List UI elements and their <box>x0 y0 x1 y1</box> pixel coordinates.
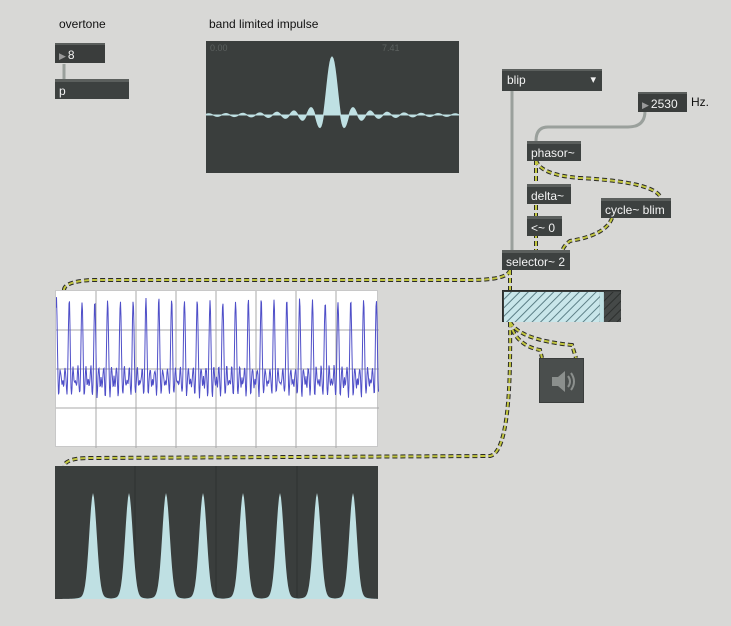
cycle-label: cycle~ blim <box>605 203 665 217</box>
delta-object[interactable]: delta~ <box>527 184 571 204</box>
hz-label: Hz. <box>691 95 709 109</box>
audio-output-button[interactable] <box>539 358 584 403</box>
chevron-down-icon: ▾ <box>590 74 596 86</box>
waveform-menu-value: blip <box>507 73 526 87</box>
p-subpatch-object[interactable]: p <box>55 79 129 99</box>
overtone-label: overtone <box>59 17 106 31</box>
lessthan-object[interactable]: <~ 0 <box>527 216 562 236</box>
impulse-curve <box>206 56 459 129</box>
spectrum-peaks <box>55 466 378 599</box>
oscilloscope-display[interactable] <box>55 290 379 448</box>
level-meter[interactable] <box>502 290 621 322</box>
cord-frequency-to-phasor <box>534 110 647 142</box>
phasor-object[interactable]: phasor~ <box>527 141 581 161</box>
selector-object[interactable]: selector~ 2 <box>502 250 570 270</box>
overtone-number-box[interactable]: ▶ 8 <box>55 43 105 63</box>
waveform-menu[interactable]: blip ▾ <box>502 69 602 91</box>
oscilloscope-waveform <box>56 291 379 448</box>
impulse-label: band limited impulse <box>209 17 319 31</box>
selector-label: selector~ 2 <box>506 255 566 269</box>
speaker-icon <box>552 371 575 392</box>
lessthan-label: <~ 0 <box>531 221 556 235</box>
p-object-label: p <box>59 84 66 98</box>
number-triangle-icon: ▶ <box>642 100 649 110</box>
level-meter-fill <box>504 292 621 322</box>
frequency-value: 2530 <box>650 97 678 111</box>
frequency-number-box[interactable]: ▶ 2530 <box>638 92 687 112</box>
number-triangle-icon: ▶ <box>59 51 66 61</box>
spectrum-display[interactable] <box>55 466 378 599</box>
phasor-label: phasor~ <box>531 146 575 160</box>
overtone-value: 8 <box>67 48 75 62</box>
cycle-object[interactable]: cycle~ blim <box>601 198 671 218</box>
delta-label: delta~ <box>531 189 565 203</box>
impulse-plot[interactable]: 0.00 7.41 <box>206 41 459 173</box>
